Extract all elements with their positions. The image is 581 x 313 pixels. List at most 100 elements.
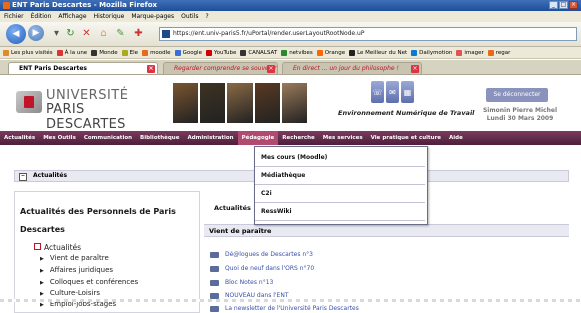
nav-item-0[interactable]: Actualités bbox=[0, 131, 39, 145]
bookmark-item[interactable]: Ele bbox=[121, 47, 138, 58]
subitem-culture-loisirs[interactable]: Culture-Loisirs bbox=[40, 289, 100, 297]
news-item[interactable]: Bloc Notes n°13 bbox=[210, 279, 273, 286]
bookmark-item[interactable]: Google bbox=[174, 47, 202, 58]
dropdown-item-mediatheque[interactable]: Médiathèque bbox=[255, 167, 425, 185]
bookmark-item[interactable]: moodle bbox=[142, 47, 171, 58]
header-photo-strip bbox=[173, 83, 308, 123]
bookmark-label: YouTube bbox=[213, 49, 237, 56]
bookmark-label: netvibes bbox=[289, 49, 313, 56]
nav-item-3[interactable]: Bibliothèque bbox=[136, 131, 183, 145]
menu-file[interactable]: Fichier bbox=[4, 11, 24, 22]
nav-item-8[interactable]: Vie pratique et culture bbox=[367, 131, 445, 145]
close-tab-icon[interactable]: × bbox=[147, 65, 155, 73]
bookmark-item[interactable]: Monde bbox=[91, 47, 118, 58]
logout-button[interactable]: Se déconnecter bbox=[486, 88, 548, 102]
bookmark-favicon-icon bbox=[91, 49, 98, 56]
nav-item-5[interactable]: Pédagogie bbox=[237, 131, 279, 145]
menu-view[interactable]: Affichage bbox=[58, 11, 86, 22]
bookmark-label: regar bbox=[495, 49, 511, 56]
category-toggle-icon[interactable] bbox=[34, 243, 41, 250]
stop-icon[interactable]: ✕ bbox=[80, 27, 93, 40]
close-tab-icon[interactable]: × bbox=[267, 65, 275, 73]
bookmark-item[interactable]: Orange bbox=[316, 47, 345, 58]
bookmark-item[interactable]: YouTube bbox=[205, 47, 237, 58]
nav-item-6[interactable]: Recherche bbox=[278, 131, 319, 145]
news-item[interactable]: NOUVEAU dans l'ENT bbox=[210, 292, 288, 299]
bookmark-label: Le Meilleur du Net bbox=[357, 49, 408, 56]
bookmark-icon[interactable]: ✚ bbox=[132, 27, 145, 40]
bookmark-item[interactable]: netvibes bbox=[281, 47, 313, 58]
user-name: Simonin Pierre Michel bbox=[482, 107, 558, 114]
subitem-colloques[interactable]: Colloques et conférences bbox=[40, 278, 138, 286]
back-button[interactable]: ◀ bbox=[6, 24, 26, 44]
window-controls: _ □ × bbox=[549, 1, 578, 9]
bookmark-item[interactable]: À la une bbox=[56, 47, 88, 58]
subitem-vient-de-paraitre[interactable]: Vient de paraître bbox=[40, 254, 109, 262]
news-item[interactable]: La newsletter de l'Université Paris Desc… bbox=[210, 305, 359, 312]
tab-label: ENT Paris Descartes bbox=[19, 65, 87, 72]
menu-help[interactable]: ? bbox=[205, 11, 208, 22]
dropdown-history-button[interactable]: ▾ bbox=[50, 27, 63, 40]
news-link[interactable]: NOUVEAU dans l'ENT bbox=[225, 292, 288, 299]
home-icon[interactable]: ⌂ bbox=[97, 27, 110, 40]
collapse-toggle-icon[interactable]: − bbox=[19, 173, 27, 181]
bookmark-favicon-icon bbox=[487, 49, 494, 56]
site-favicon bbox=[162, 30, 170, 38]
news-link[interactable]: Dé@logues de Descartes n°3 bbox=[225, 251, 313, 258]
bookmark-item[interactable]: Les plus visités bbox=[3, 47, 53, 58]
news-item[interactable]: Dé@logues de Descartes n°3 bbox=[210, 251, 313, 258]
reload-icon[interactable]: ↻ bbox=[64, 27, 77, 40]
bookmark-item[interactable]: Dailymotion bbox=[411, 47, 452, 58]
tab-ent-paris-descartes[interactable]: ENT Paris Descartes × bbox=[8, 62, 158, 74]
dropdown-item-resswiki[interactable]: RessWiki bbox=[255, 203, 425, 221]
dropdown-item-moodle[interactable]: Mes cours (Moodle) bbox=[255, 149, 425, 167]
category-actualites[interactable]: Actualités bbox=[34, 243, 81, 252]
forward-button[interactable]: ▶ bbox=[28, 25, 44, 41]
nav-item-9[interactable]: Aide bbox=[445, 131, 467, 145]
close-button[interactable]: × bbox=[569, 1, 578, 9]
left-panel-title: Actualités des Personnels de Paris bbox=[20, 206, 176, 217]
minimize-button[interactable]: _ bbox=[549, 1, 558, 9]
menu-tools[interactable]: Outils bbox=[181, 11, 198, 22]
tab-label: En direct ... un jour du philosophe ! bbox=[293, 65, 399, 72]
news-link[interactable]: Bloc Notes n°13 bbox=[225, 279, 273, 286]
left-title-line1: Actualités des Personnels de Paris bbox=[20, 207, 176, 216]
section-vient-de-paraitre: Vient de paraître bbox=[204, 224, 569, 237]
nav-item-4[interactable]: Administration bbox=[183, 131, 237, 145]
logo-line1: UNIVERSITÉ bbox=[46, 88, 129, 103]
tab-en-direct[interactable]: En direct ... un jour du philosophe ! × bbox=[282, 62, 422, 74]
bookmark-favicon-icon bbox=[411, 49, 418, 56]
news-icon bbox=[210, 279, 219, 286]
news-link[interactable]: Quoi de neuf dans l'ORS n°70 bbox=[225, 265, 314, 272]
subitem-affaires-juridiques[interactable]: Affaires juridiques bbox=[40, 266, 113, 274]
nav-item-2[interactable]: Communication bbox=[80, 131, 136, 145]
header-photo bbox=[173, 83, 199, 123]
address-bar[interactable]: https://ent.univ-paris5.fr/uPortal/rende… bbox=[159, 27, 577, 41]
logo-line2: PARIS DESCARTES bbox=[46, 102, 126, 132]
dropdown-item-c2i[interactable]: C2i bbox=[255, 185, 425, 203]
bookmark-item[interactable]: imager bbox=[456, 47, 484, 58]
tab-regarder[interactable]: Regarder comprendre se souvenir × bbox=[163, 62, 278, 74]
pencil-icon[interactable]: ✎ bbox=[114, 27, 127, 40]
page-header: UNIVERSITÉ PARIS DESCARTES ☏ ✉ ▦ Environ… bbox=[0, 75, 581, 132]
menu-edit[interactable]: Édition bbox=[31, 11, 52, 22]
menu-bookmarks[interactable]: Marque-pages bbox=[131, 11, 174, 22]
bookmark-item[interactable]: Le Meilleur du Net bbox=[349, 47, 407, 58]
news-link[interactable]: La newsletter de l'Université Paris Desc… bbox=[225, 305, 359, 312]
header-photo bbox=[200, 83, 226, 123]
university-logo[interactable]: UNIVERSITÉ PARIS DESCARTES bbox=[16, 85, 166, 132]
news-item[interactable]: Quoi de neuf dans l'ORS n°70 bbox=[210, 265, 314, 272]
menu-history[interactable]: Historique bbox=[94, 11, 125, 22]
bookmark-favicon-icon bbox=[349, 49, 356, 56]
browser-window: ENT Paris Descartes - Mozilla Firefox _ … bbox=[0, 0, 581, 313]
nav-item-7[interactable]: Mes services bbox=[319, 131, 367, 145]
firefox-icon bbox=[3, 2, 10, 9]
maximize-button[interactable]: □ bbox=[559, 1, 568, 9]
bookmark-item[interactable]: regar bbox=[487, 47, 511, 58]
nav-item-1[interactable]: Mes Outils bbox=[39, 131, 80, 145]
phone-icon: ☏ bbox=[371, 81, 384, 103]
bookmark-item[interactable]: CANALSAT bbox=[240, 47, 277, 58]
pedagogie-dropdown-menu: Mes cours (Moodle) Médiathèque C2i RessW… bbox=[254, 146, 428, 225]
close-tab-icon[interactable]: × bbox=[411, 65, 419, 73]
bookmark-label: À la une bbox=[64, 49, 88, 56]
